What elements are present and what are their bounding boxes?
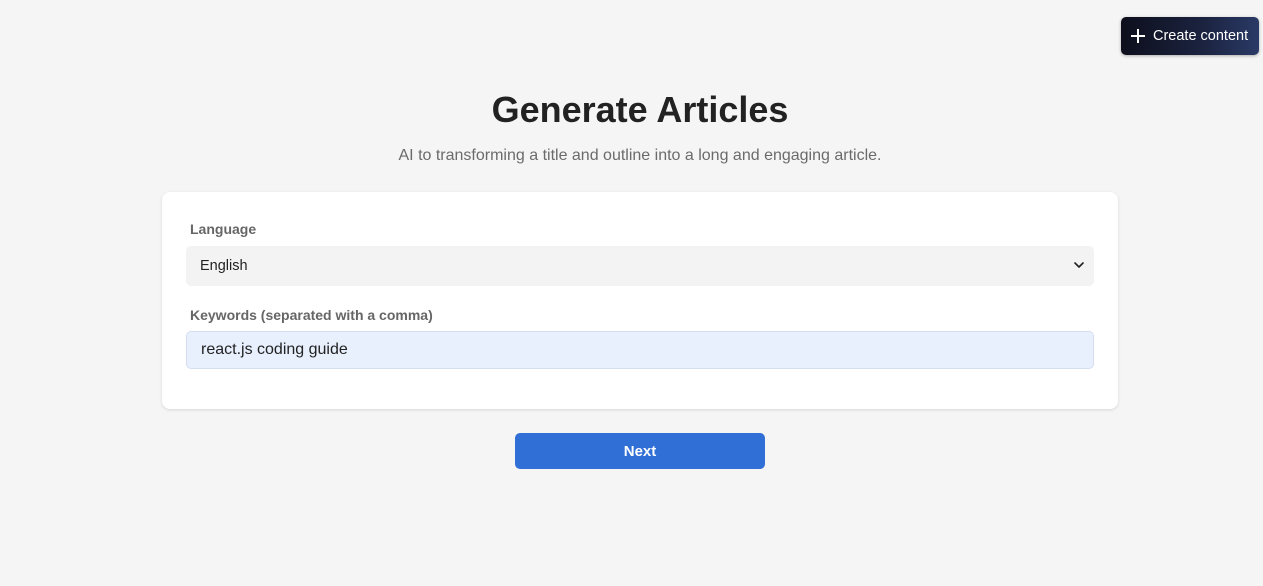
article-form-card: Language English Keywords (separated wit… [162,192,1118,409]
plus-icon [1131,29,1145,43]
page-subtitle: AI to transforming a title and outline i… [398,147,882,164]
create-content-label: Create content [1153,28,1249,44]
page-title: Generate Articles [491,89,789,130]
keywords-input[interactable] [186,331,1094,369]
language-selected-value: English [200,258,248,274]
language-select[interactable]: English [186,246,1094,286]
language-label: Language [190,221,257,237]
next-button[interactable]: Next [515,433,765,469]
generate-articles-page: Create content Generate Articles AI to t… [0,0,1263,586]
keywords-label: Keywords (separated with a comma) [190,307,433,323]
chevron-down-icon [1074,262,1084,268]
create-content-button[interactable]: Create content [1121,17,1259,55]
